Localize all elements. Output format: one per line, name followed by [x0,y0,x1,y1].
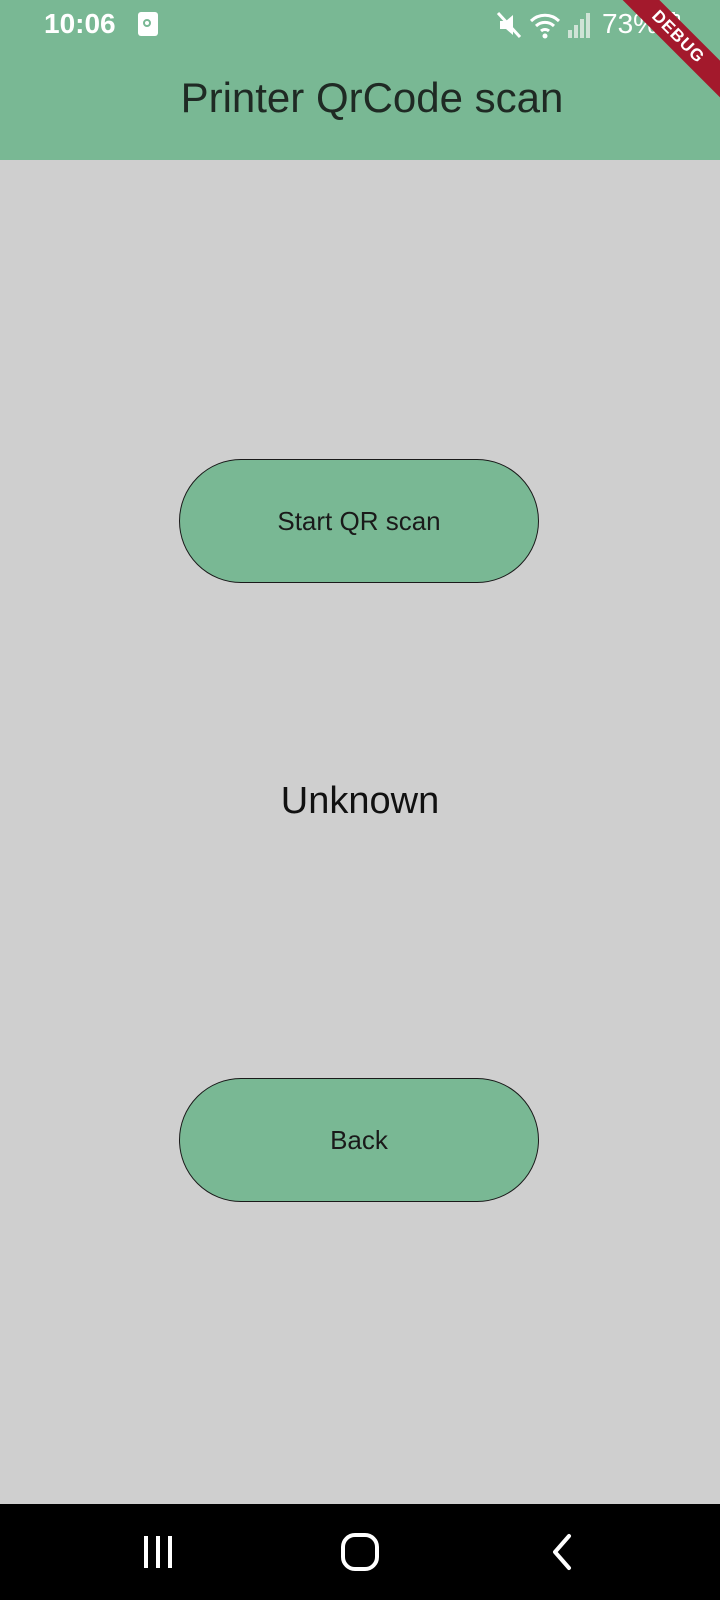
status-bar: 10:06 73% [0,0,720,52]
start-qr-scan-button[interactable]: Start QR scan [179,459,539,583]
home-button[interactable] [330,1526,390,1578]
signal-icon [568,13,590,38]
back-button[interactable]: Back [179,1078,539,1202]
navigation-bar [0,1504,720,1600]
wifi-icon [529,13,561,39]
notification-icon [138,12,158,36]
nav-back-button[interactable] [532,1526,592,1578]
recents-icon [144,1536,172,1568]
page-title: Printer QrCode scan [180,74,564,121]
scan-result-text: Unknown [280,780,440,822]
recents-button[interactable] [128,1526,188,1578]
home-icon [341,1533,379,1571]
mute-icon [496,11,522,39]
app-bar: 10:06 73% DEBUG Printer QrCode scan [0,0,720,160]
status-time: 10:06 [44,8,116,39]
back-icon [553,1534,571,1570]
screen: 10:06 73% DEBUG Printer QrCode scan Star… [0,0,720,1600]
